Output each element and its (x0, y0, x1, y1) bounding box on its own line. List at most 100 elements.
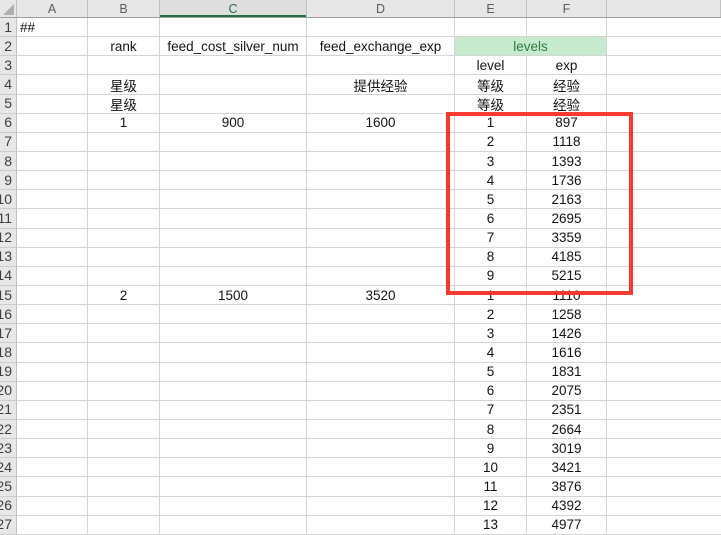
cell-A23[interactable] (17, 439, 88, 458)
cell-E2[interactable]: levels (455, 37, 607, 56)
cell-A4[interactable] (17, 75, 88, 94)
cell-A7[interactable] (17, 133, 88, 152)
cell-F7[interactable]: 1118 (527, 133, 607, 152)
cell-B6[interactable]: 1 (88, 114, 160, 133)
cell-B16[interactable] (88, 305, 160, 324)
cell-D21[interactable] (307, 401, 455, 420)
cell-G26[interactable] (607, 497, 721, 516)
cell-C26[interactable] (160, 497, 307, 516)
cell-B15[interactable]: 2 (88, 286, 160, 305)
cell-E27[interactable]: 13 (455, 516, 527, 535)
row-header-5[interactable]: 5 (0, 95, 17, 114)
cell-E15[interactable]: 1 (455, 286, 527, 305)
cell-D23[interactable] (307, 439, 455, 458)
cell-D20[interactable] (307, 382, 455, 401)
cell-G21[interactable] (607, 401, 721, 420)
cell-B21[interactable] (88, 401, 160, 420)
cell-G6[interactable] (607, 114, 721, 133)
cell-F24[interactable]: 3421 (527, 458, 607, 477)
cell-E20[interactable]: 6 (455, 382, 527, 401)
cell-A2[interactable] (17, 37, 88, 56)
row-header-22[interactable]: 22 (0, 420, 17, 439)
cell-F26[interactable]: 4392 (527, 497, 607, 516)
cell-E10[interactable]: 5 (455, 190, 527, 209)
cell-F6[interactable]: 897 (527, 114, 607, 133)
cell-F17[interactable]: 1426 (527, 324, 607, 343)
cell-C17[interactable] (160, 324, 307, 343)
cell-G18[interactable] (607, 343, 721, 362)
cell-E19[interactable]: 5 (455, 363, 527, 382)
row-header-6[interactable]: 6 (0, 114, 17, 133)
cell-C12[interactable] (160, 229, 307, 248)
cell-D12[interactable] (307, 229, 455, 248)
cell-F27[interactable]: 4977 (527, 516, 607, 535)
row-header-14[interactable]: 14 (0, 267, 17, 286)
cell-C11[interactable] (160, 209, 307, 228)
cell-A6[interactable] (17, 114, 88, 133)
cell-D3[interactable] (307, 56, 455, 75)
cell-C16[interactable] (160, 305, 307, 324)
cell-C15[interactable]: 1500 (160, 286, 307, 305)
cell-B12[interactable] (88, 229, 160, 248)
row-header-26[interactable]: 26 (0, 497, 17, 516)
row-header-1[interactable]: 1 (0, 18, 17, 37)
cell-A24[interactable] (17, 458, 88, 477)
cell-C10[interactable] (160, 190, 307, 209)
cell-F21[interactable]: 2351 (527, 401, 607, 420)
cell-E25[interactable]: 11 (455, 477, 527, 496)
cell-B13[interactable] (88, 248, 160, 267)
row-header-21[interactable]: 21 (0, 401, 17, 420)
cell-A15[interactable] (17, 286, 88, 305)
cell-A9[interactable] (17, 171, 88, 190)
cell-B8[interactable] (88, 152, 160, 171)
cell-D2[interactable]: feed_exchange_exp (307, 37, 455, 56)
row-header-25[interactable]: 25 (0, 477, 17, 496)
cell-C18[interactable] (160, 343, 307, 362)
cell-E22[interactable]: 8 (455, 420, 527, 439)
cell-G9[interactable] (607, 171, 721, 190)
cell-F3[interactable]: exp (527, 56, 607, 75)
cell-A13[interactable] (17, 248, 88, 267)
cell-D5[interactable] (307, 95, 455, 114)
cell-B23[interactable] (88, 439, 160, 458)
cell-E6[interactable]: 1 (455, 114, 527, 133)
cell-B25[interactable] (88, 477, 160, 496)
cell-F25[interactable]: 3876 (527, 477, 607, 496)
cell-D27[interactable] (307, 516, 455, 535)
cell-C5[interactable] (160, 95, 307, 114)
cell-F20[interactable]: 2075 (527, 382, 607, 401)
cell-C20[interactable] (160, 382, 307, 401)
cell-G25[interactable] (607, 477, 721, 496)
cell-F1[interactable] (527, 18, 607, 37)
row-header-12[interactable]: 12 (0, 229, 17, 248)
cell-B11[interactable] (88, 209, 160, 228)
cell-G23[interactable] (607, 439, 721, 458)
cell-C24[interactable] (160, 458, 307, 477)
cell-E23[interactable]: 9 (455, 439, 527, 458)
row-header-18[interactable]: 18 (0, 343, 17, 362)
cell-B10[interactable] (88, 190, 160, 209)
cell-E7[interactable]: 2 (455, 133, 527, 152)
cell-G5[interactable] (607, 95, 721, 114)
cell-F23[interactable]: 3019 (527, 439, 607, 458)
column-header-a[interactable]: A (17, 0, 88, 17)
cell-F14[interactable]: 5215 (527, 267, 607, 286)
cell-C27[interactable] (160, 516, 307, 535)
row-header-24[interactable]: 24 (0, 458, 17, 477)
cell-D9[interactable] (307, 171, 455, 190)
cell-C6[interactable]: 900 (160, 114, 307, 133)
cell-C23[interactable] (160, 439, 307, 458)
row-header-16[interactable]: 16 (0, 305, 17, 324)
cell-A8[interactable] (17, 152, 88, 171)
cell-F16[interactable]: 1258 (527, 305, 607, 324)
cell-B3[interactable] (88, 56, 160, 75)
cell-E1[interactable] (455, 18, 527, 37)
cell-D15[interactable]: 3520 (307, 286, 455, 305)
cell-C9[interactable] (160, 171, 307, 190)
cell-G13[interactable] (607, 248, 721, 267)
row-header-4[interactable]: 4 (0, 75, 17, 94)
row-header-8[interactable]: 8 (0, 152, 17, 171)
cell-A19[interactable] (17, 363, 88, 382)
cell-F4[interactable]: 经验 (527, 75, 607, 94)
cell-D1[interactable] (307, 18, 455, 37)
